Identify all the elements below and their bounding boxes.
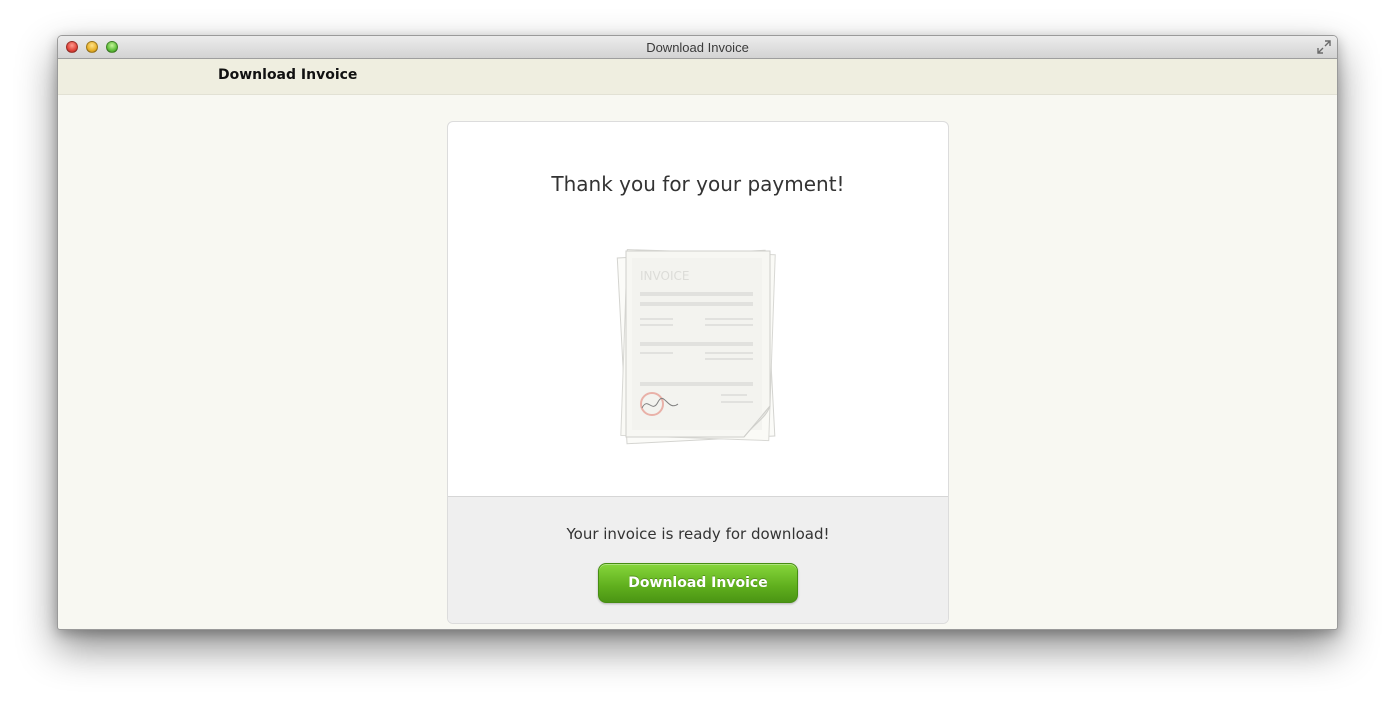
app-window: Download Invoice Download Invoice Thank … bbox=[57, 35, 1338, 630]
card-top-section: Thank you for your payment! INVOICE bbox=[448, 122, 948, 497]
invoice-ready-text: Your invoice is ready for download! bbox=[566, 525, 830, 543]
window-controls bbox=[66, 41, 118, 53]
invoice-illustration-label: INVOICE bbox=[640, 269, 689, 283]
title-bar[interactable]: Download Invoice bbox=[58, 36, 1337, 59]
window-title: Download Invoice bbox=[646, 40, 749, 55]
invoice-document-icon: INVOICE bbox=[616, 249, 776, 445]
download-invoice-button[interactable]: Download Invoice bbox=[598, 563, 798, 603]
payment-confirmation-card: Thank you for your payment! INVOICE Your… bbox=[447, 121, 949, 624]
zoom-window-button[interactable] bbox=[106, 41, 118, 53]
toolbar: Download Invoice bbox=[58, 59, 1337, 95]
close-window-button[interactable] bbox=[66, 41, 78, 53]
thank-you-heading: Thank you for your payment! bbox=[551, 172, 845, 196]
page-title: Download Invoice bbox=[218, 67, 358, 83]
fullscreen-icon[interactable] bbox=[1317, 40, 1331, 54]
minimize-window-button[interactable] bbox=[86, 41, 98, 53]
card-bottom-section: Your invoice is ready for download! Down… bbox=[448, 497, 948, 623]
